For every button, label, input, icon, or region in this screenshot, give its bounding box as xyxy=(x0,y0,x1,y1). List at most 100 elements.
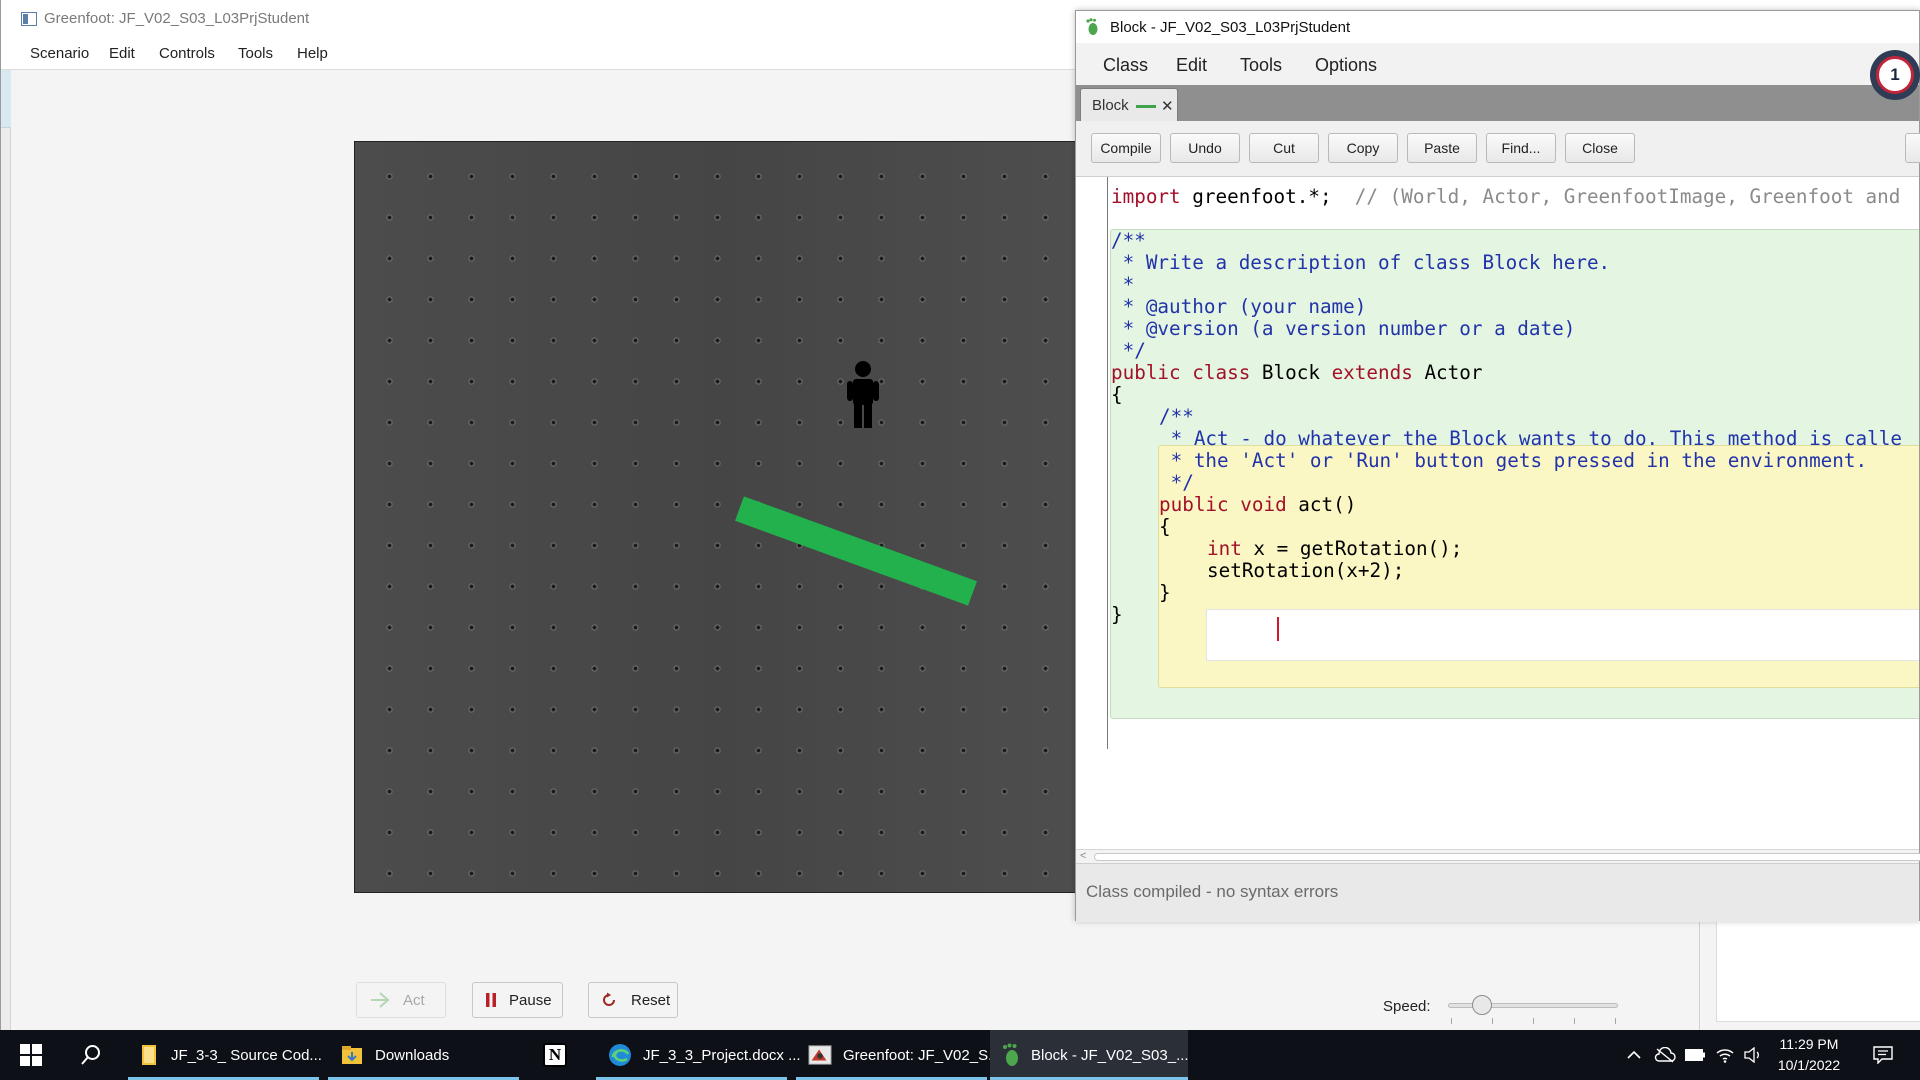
person-actor-icon[interactable] xyxy=(843,360,883,430)
tray-wifi[interactable] xyxy=(1713,1030,1737,1080)
editor-toolbar: Compile Undo Cut Copy Paste Find... Clos… xyxy=(1076,121,1920,177)
taskbar: JF_3-3_ Source Cod... Downloads N JF_3_3… xyxy=(0,1030,1920,1080)
compile-button[interactable]: Compile xyxy=(1091,133,1161,163)
search-button[interactable] xyxy=(76,1030,106,1080)
wifi-icon xyxy=(1716,1049,1734,1063)
method-body-highlight xyxy=(1206,609,1919,661)
class-diagram-area[interactable] xyxy=(1716,920,1920,1022)
scrollbar-thumb[interactable] xyxy=(1094,853,1920,861)
compile-status: Class compiled - no syntax errors xyxy=(1086,882,1339,901)
code-text: greenfoot.*; xyxy=(1180,185,1355,208)
speed-tick xyxy=(1492,1018,1493,1024)
volume-icon xyxy=(1744,1047,1759,1063)
act-arrow-icon xyxy=(369,991,391,1009)
start-button[interactable] xyxy=(16,1030,46,1080)
taskbar-app-source-code[interactable]: JF_3-3_ Source Cod... xyxy=(128,1030,322,1080)
tab-block[interactable]: Block ✕ xyxy=(1080,88,1178,121)
menu-tools[interactable]: Tools xyxy=(238,45,273,62)
overflow-button[interactable] xyxy=(1905,133,1920,163)
world-canvas[interactable] xyxy=(354,141,1089,893)
code-line-import: import greenfoot.*; // (World, Actor, Gr… xyxy=(1111,183,1900,210)
menu-class[interactable]: Class xyxy=(1103,55,1148,76)
editor-statusbar: Class compiled - no syntax errors xyxy=(1076,863,1919,922)
notification-ring: 1 xyxy=(1876,56,1914,94)
horizontal-scrollbar[interactable]: < xyxy=(1076,849,1920,863)
notification-badge[interactable]: 1 xyxy=(1870,50,1920,100)
greenfoot-foot-icon xyxy=(1086,18,1098,35)
parent-class: Actor xyxy=(1412,361,1483,384)
greenfoot-icon xyxy=(808,1043,832,1067)
speed-tick xyxy=(1533,1018,1534,1024)
paste-button[interactable]: Paste xyxy=(1407,133,1477,163)
pause-icon xyxy=(485,992,499,1008)
taskbar-app-block-editor[interactable]: Block - JF_V02_S03_... xyxy=(990,1030,1189,1080)
taskbar-app-downloads[interactable]: Downloads xyxy=(328,1030,519,1080)
speed-tick xyxy=(1451,1018,1452,1024)
taskbar-app-notion[interactable]: N xyxy=(536,1030,574,1080)
menu-options[interactable]: Options xyxy=(1315,55,1377,76)
class-diagram-panel xyxy=(1699,920,1920,1030)
keyword: extends xyxy=(1331,361,1413,384)
line-comment: // (World, Actor, GreenfootImage, Greenf… xyxy=(1354,185,1901,208)
tray-volume[interactable] xyxy=(1741,1030,1765,1080)
class-panel-accent xyxy=(1,70,11,128)
act-label: Act xyxy=(403,991,425,1009)
taskbar-label: JF_3-3_ Source Cod... xyxy=(171,1046,322,1064)
class-name: Block xyxy=(1250,361,1332,384)
code-line-brace: } xyxy=(1111,603,1123,626)
code-editor[interactable]: import greenfoot.*; // (World, Actor, Gr… xyxy=(1076,177,1919,849)
greenfoot-foot-icon xyxy=(1002,1043,1020,1067)
close-button[interactable]: Close xyxy=(1565,133,1635,163)
class-panel-edge xyxy=(1,70,11,1030)
keyword: import xyxy=(1111,185,1181,208)
copy-button[interactable]: Copy xyxy=(1328,133,1398,163)
cloud-offline-icon xyxy=(1654,1047,1676,1063)
chevron-up-icon xyxy=(1627,1050,1641,1059)
clock-date: 10/1/2022 xyxy=(1777,1057,1841,1073)
menu-edit[interactable]: Edit xyxy=(1176,55,1207,76)
editor-menubar: Class Edit Tools Options xyxy=(1076,43,1919,85)
method-signature: act() xyxy=(1286,493,1357,516)
code-line-doc: * @version (a version number or a date) xyxy=(1111,317,1576,340)
edge-icon xyxy=(608,1043,632,1067)
action-center-button[interactable] xyxy=(1868,1030,1898,1080)
search-icon xyxy=(81,1045,100,1065)
menu-edit[interactable]: Edit xyxy=(109,45,135,62)
taskbar-app-greenfoot[interactable]: Greenfoot: JF_V02_S... xyxy=(796,1030,1001,1080)
editor-titlebar: Block - JF_V02_S03_L03PrjStudent xyxy=(1076,11,1919,43)
windows-icon xyxy=(20,1044,42,1066)
tray-battery[interactable] xyxy=(1683,1030,1707,1080)
taskbar-label: Downloads xyxy=(375,1046,450,1064)
cut-button[interactable]: Cut xyxy=(1249,133,1319,163)
tray-overflow-button[interactable] xyxy=(1624,1030,1644,1080)
tray-onedrive[interactable] xyxy=(1653,1030,1677,1080)
greenfoot-title: Greenfoot: JF_V02_S03_L03PrjStudent xyxy=(44,10,310,27)
act-button[interactable]: Act xyxy=(356,982,446,1018)
reset-icon xyxy=(601,992,619,1008)
menu-scenario[interactable]: Scenario xyxy=(30,45,89,62)
keyword: class xyxy=(1192,361,1251,384)
battery-icon xyxy=(1685,1049,1705,1061)
find-button[interactable]: Find... xyxy=(1486,133,1556,163)
greenfoot-app-icon xyxy=(21,12,37,26)
code-line-method-doc: * the 'Act' or 'Run' button gets pressed… xyxy=(1159,449,1868,472)
scroll-left-icon[interactable]: < xyxy=(1080,850,1086,862)
speed-label: Speed: xyxy=(1383,998,1431,1015)
taskbar-clock[interactable]: 11:29 PM 10/1/2022 xyxy=(1768,1034,1850,1076)
menu-help[interactable]: Help xyxy=(297,45,328,62)
speed-slider-thumb[interactable] xyxy=(1472,995,1492,1015)
editor-title: Block - JF_V02_S03_L03PrjStudent xyxy=(1110,19,1351,36)
code-line-body: setRotation(x+2); xyxy=(1207,559,1405,582)
menu-tools[interactable]: Tools xyxy=(1240,55,1282,76)
keyword: void xyxy=(1240,493,1287,516)
undo-button[interactable]: Undo xyxy=(1170,133,1240,163)
tab-close-icon[interactable]: ✕ xyxy=(1161,97,1174,115)
pause-button[interactable]: Pause xyxy=(472,982,563,1018)
menu-controls[interactable]: Controls xyxy=(159,45,215,62)
block-actor[interactable] xyxy=(735,496,977,606)
taskbar-app-word[interactable]: JF_3_3_Project.docx ... xyxy=(596,1030,801,1080)
reset-label: Reset xyxy=(631,991,671,1009)
reset-button[interactable]: Reset xyxy=(588,982,678,1018)
code-line-brace: { xyxy=(1159,515,1171,538)
taskbar-label: Block - JF_V02_S03_... xyxy=(1031,1046,1189,1064)
